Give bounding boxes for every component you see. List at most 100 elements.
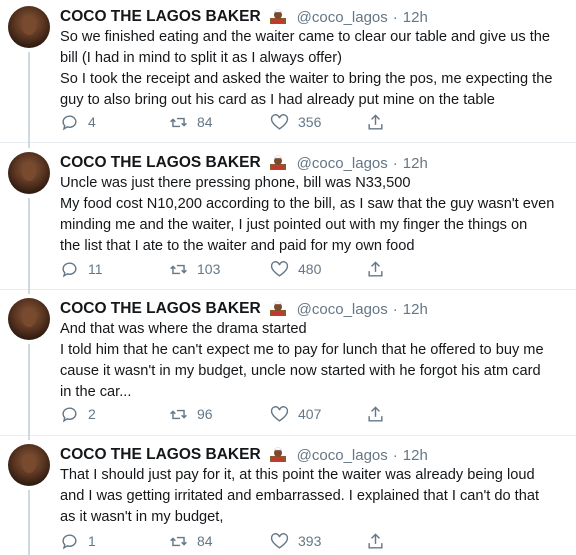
tweet-actions: 2 96 407 bbox=[60, 404, 490, 424]
like-count: 480 bbox=[298, 261, 322, 277]
tweet[interactable]: COCO THE LAGOS BAKER @coco_lagos · 12h U… bbox=[0, 146, 576, 294]
tweet[interactable]: COCO THE LAGOS BAKER @coco_lagos · 12h T… bbox=[0, 438, 576, 555]
tweet-header: COCO THE LAGOS BAKER @coco_lagos · 12h bbox=[60, 444, 428, 466]
tweet-text: That I should just pay for it, at this p… bbox=[60, 465, 570, 528]
reply-button[interactable]: 4 bbox=[60, 112, 96, 132]
thread-connector-line bbox=[28, 344, 30, 440]
like-button[interactable]: 480 bbox=[270, 259, 321, 279]
separator-dot: · bbox=[392, 446, 398, 464]
tweet-time[interactable]: 12h bbox=[403, 9, 428, 26]
separator-dot: · bbox=[392, 154, 398, 172]
share-button[interactable] bbox=[366, 259, 385, 279]
share-button[interactable] bbox=[366, 531, 385, 551]
baker-emoji-icon bbox=[266, 300, 290, 318]
reply-count: 1 bbox=[88, 533, 96, 549]
tweet-text: And that was where the drama started I t… bbox=[60, 319, 570, 403]
separator-dot: · bbox=[392, 300, 398, 318]
author-handle[interactable]: @coco_lagos bbox=[297, 301, 388, 318]
retweet-icon bbox=[170, 409, 187, 419]
tweet-line: I told him that he can't expect me to pa… bbox=[60, 342, 544, 358]
like-button[interactable]: 393 bbox=[270, 531, 321, 551]
share-icon bbox=[368, 532, 383, 549]
author-name[interactable]: COCO THE LAGOS BAKER bbox=[60, 446, 261, 464]
tweet-text: So we finished eating and the waiter cam… bbox=[60, 27, 570, 111]
tweet-time[interactable]: 12h bbox=[403, 155, 428, 172]
retweet-icon bbox=[170, 264, 187, 274]
tweet-line: bill (I had in mind to split it as I alw… bbox=[60, 50, 342, 66]
retweet-button[interactable]: 84 bbox=[169, 531, 213, 551]
reply-count: 2 bbox=[88, 406, 96, 422]
tweet-header: COCO THE LAGOS BAKER @coco_lagos · 12h bbox=[60, 152, 428, 174]
retweet-icon bbox=[170, 117, 187, 127]
tweet[interactable]: COCO THE LAGOS BAKER @coco_lagos · 12h A… bbox=[0, 292, 576, 440]
share-icon bbox=[368, 113, 383, 130]
heart-icon bbox=[270, 405, 289, 422]
tweet-actions: 1 84 393 bbox=[60, 531, 490, 551]
retweet-count: 84 bbox=[197, 533, 213, 549]
tweet-line: And that was where the drama started bbox=[60, 321, 307, 337]
avatar[interactable] bbox=[8, 298, 50, 340]
tweet-line: guy to also bring out his card as I had … bbox=[60, 92, 495, 108]
retweet-button[interactable]: 103 bbox=[169, 259, 220, 279]
tweet-line: the list that I ate to the waiter and pa… bbox=[60, 238, 415, 254]
tweet-actions: 11 103 480 bbox=[60, 259, 490, 279]
retweet-count: 84 bbox=[197, 114, 213, 130]
reply-icon bbox=[62, 406, 77, 422]
reply-icon bbox=[62, 114, 77, 130]
reply-button[interactable]: 11 bbox=[60, 259, 103, 279]
avatar[interactable] bbox=[8, 152, 50, 194]
baker-emoji-icon bbox=[266, 154, 290, 172]
tweet-actions: 4 84 356 bbox=[60, 112, 490, 132]
retweet-count: 96 bbox=[197, 406, 213, 422]
heart-icon bbox=[270, 532, 289, 549]
like-button[interactable]: 407 bbox=[270, 404, 321, 424]
reply-button[interactable]: 1 bbox=[60, 531, 96, 551]
tweet-line: in the car... bbox=[60, 384, 132, 400]
tweet-line: cause it wasn't in my budget, uncle now … bbox=[60, 363, 541, 379]
separator-dot: · bbox=[392, 8, 398, 26]
retweet-icon bbox=[170, 536, 187, 546]
heart-icon bbox=[270, 113, 289, 130]
tweet-line: Uncle was just there pressing phone, bil… bbox=[60, 175, 411, 191]
retweet-button[interactable]: 96 bbox=[169, 404, 213, 424]
tweet-line: That I should just pay for it, at this p… bbox=[60, 467, 535, 483]
tweet-time[interactable]: 12h bbox=[403, 301, 428, 318]
thread-connector-line bbox=[28, 490, 30, 555]
reply-count: 11 bbox=[88, 261, 103, 277]
avatar[interactable] bbox=[8, 6, 50, 48]
reply-icon bbox=[62, 533, 77, 549]
reply-count: 4 bbox=[88, 114, 96, 130]
like-count: 356 bbox=[298, 114, 322, 130]
tweet-line: So we finished eating and the waiter cam… bbox=[60, 29, 551, 45]
tweet-line: and I was getting irritated and embarras… bbox=[60, 488, 539, 504]
retweet-button[interactable]: 84 bbox=[169, 112, 213, 132]
tweet-line: So I took the receipt and asked the wait… bbox=[60, 71, 553, 87]
author-handle[interactable]: @coco_lagos bbox=[297, 9, 388, 26]
tweet-header: COCO THE LAGOS BAKER @coco_lagos · 12h bbox=[60, 298, 428, 320]
like-count: 393 bbox=[298, 533, 322, 549]
tweet-line: as it wasn't in my budget, bbox=[60, 509, 224, 525]
share-icon bbox=[368, 405, 383, 422]
reply-button[interactable]: 2 bbox=[60, 404, 96, 424]
share-button[interactable] bbox=[366, 404, 385, 424]
reply-icon bbox=[62, 261, 77, 277]
retweet-count: 103 bbox=[197, 261, 221, 277]
tweet-line: My food cost N10,200 according to the bi… bbox=[60, 196, 555, 212]
like-button[interactable]: 356 bbox=[270, 112, 321, 132]
tweet-thread: COCO THE LAGOS BAKER @coco_lagos · 12h S… bbox=[0, 0, 576, 555]
tweet-header: COCO THE LAGOS BAKER @coco_lagos · 12h bbox=[60, 6, 428, 28]
author-name[interactable]: COCO THE LAGOS BAKER bbox=[60, 300, 261, 318]
share-button[interactable] bbox=[366, 112, 385, 132]
share-icon bbox=[368, 260, 383, 277]
tweet-time[interactable]: 12h bbox=[403, 447, 428, 464]
thread-connector-line bbox=[28, 52, 30, 148]
author-name[interactable]: COCO THE LAGOS BAKER bbox=[60, 8, 261, 26]
tweet-text: Uncle was just there pressing phone, bil… bbox=[60, 173, 570, 257]
avatar[interactable] bbox=[8, 444, 50, 486]
baker-emoji-icon bbox=[266, 446, 290, 464]
author-handle[interactable]: @coco_lagos bbox=[297, 447, 388, 464]
author-name[interactable]: COCO THE LAGOS BAKER bbox=[60, 154, 261, 172]
author-handle[interactable]: @coco_lagos bbox=[297, 155, 388, 172]
thread-connector-line bbox=[28, 198, 30, 294]
tweet[interactable]: COCO THE LAGOS BAKER @coco_lagos · 12h S… bbox=[0, 0, 576, 148]
